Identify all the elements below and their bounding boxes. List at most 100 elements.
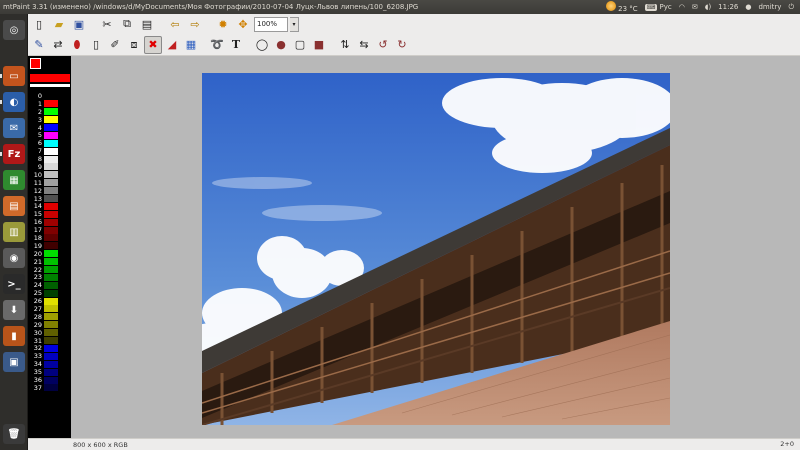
trash-icon[interactable]: 🗑 — [3, 424, 25, 444]
palette-swatch[interactable] — [44, 281, 58, 289]
books-icon[interactable]: ▮ — [3, 326, 25, 346]
palette-swatch[interactable] — [44, 337, 58, 345]
palette-entry[interactable]: 12 — [28, 187, 71, 195]
network-icon[interactable]: ◠ — [679, 3, 685, 11]
palette-entry[interactable]: 29 — [28, 321, 71, 329]
palette-entry[interactable]: 26 — [28, 297, 71, 305]
palette-swatch[interactable] — [44, 131, 58, 139]
palette-entry[interactable]: 30 — [28, 329, 71, 337]
palette-entry[interactable]: 18 — [28, 234, 71, 242]
ubuntu-home-icon[interactable]: ◎ — [3, 20, 25, 40]
redo-icon[interactable]: ⇨ — [186, 15, 204, 33]
palette-swatch[interactable] — [44, 313, 58, 321]
polygon-select-icon[interactable]: ◢ — [163, 36, 181, 54]
rectangle-outline-icon[interactable]: ▢ — [291, 36, 309, 54]
palette-entry[interactable]: 31 — [28, 337, 71, 345]
color-indicator-bar[interactable] — [30, 74, 70, 82]
palette-swatch[interactable] — [44, 92, 58, 100]
undo-icon[interactable]: ⇦ — [166, 15, 184, 33]
straight-line-icon[interactable]: ▯ — [87, 36, 105, 54]
rotate-right-icon[interactable]: ↻ — [393, 36, 411, 54]
palette-entry[interactable]: 13 — [28, 195, 71, 203]
palette-swatch[interactable] — [44, 100, 58, 108]
zoom-brightness-icon[interactable]: ✹ — [214, 15, 232, 33]
keyboard-indicator[interactable]: ⌨ Рус — [644, 3, 672, 11]
select-rectangle-icon[interactable]: ✖ — [144, 35, 162, 54]
cut-icon[interactable]: ✂ — [98, 15, 116, 33]
palette-swatch[interactable] — [44, 258, 58, 266]
palette-swatch[interactable] — [44, 108, 58, 116]
palette-entry[interactable]: 37 — [28, 384, 71, 392]
palette-entry[interactable]: 10 — [28, 171, 71, 179]
palette-entry[interactable]: 17 — [28, 226, 71, 234]
archive-icon[interactable]: ▥ — [3, 222, 25, 242]
firefox-icon[interactable]: ◐ — [3, 92, 25, 112]
palette-swatch[interactable] — [44, 210, 58, 218]
paste-icon[interactable]: ▤ — [138, 15, 156, 33]
palette-entry[interactable]: 36 — [28, 376, 71, 384]
new-file-icon[interactable]: ▯ — [30, 15, 48, 33]
palette-swatch[interactable] — [44, 226, 58, 234]
palette-entry[interactable]: 16 — [28, 218, 71, 226]
paint-brush-icon[interactable]: ✎ — [30, 36, 48, 54]
palette-entry[interactable]: 33 — [28, 352, 71, 360]
gradient-icon[interactable]: ▦ — [182, 36, 200, 54]
palette-entry[interactable]: 24 — [28, 281, 71, 289]
rectangle-filled-icon[interactable]: ■ — [310, 36, 328, 54]
palette-swatch[interactable] — [44, 218, 58, 226]
palette-entry[interactable]: 21 — [28, 258, 71, 266]
palette-entry[interactable]: 4 — [28, 124, 71, 132]
palette-swatch[interactable] — [44, 242, 58, 250]
pattern-indicator-bar[interactable] — [30, 84, 70, 87]
palette-entry[interactable]: 5 — [28, 131, 71, 139]
palette-swatch[interactable] — [44, 289, 58, 297]
palette-entry[interactable]: 15 — [28, 210, 71, 218]
flip-horizontal-icon[interactable]: ⇆ — [355, 36, 373, 54]
terminal-icon[interactable]: >_ — [3, 274, 25, 294]
palette-entry[interactable]: 23 — [28, 273, 71, 281]
open-file-icon[interactable]: ▰ — [50, 15, 68, 33]
palette-swatch[interactable] — [44, 116, 58, 124]
rotate-left-icon[interactable]: ↺ — [374, 36, 392, 54]
palette-entry[interactable]: 20 — [28, 250, 71, 258]
mail-icon[interactable]: ✉ — [692, 3, 698, 11]
palette-entry[interactable]: 27 — [28, 305, 71, 313]
palette-entry[interactable]: 22 — [28, 266, 71, 274]
installer-icon[interactable]: ⬇ — [3, 300, 25, 320]
palette-entry[interactable]: 6 — [28, 139, 71, 147]
software-center-icon[interactable]: ▤ — [3, 196, 25, 216]
spreadsheet-icon[interactable]: ▦ — [3, 170, 25, 190]
palette-swatch[interactable] — [44, 202, 58, 210]
save-file-icon[interactable]: ▣ — [70, 15, 88, 33]
palette-swatch[interactable] — [44, 250, 58, 258]
palette-swatch[interactable] — [44, 344, 58, 352]
power-icon[interactable]: ⏻ — [788, 3, 794, 12]
copy-icon[interactable]: ⧉ — [118, 15, 136, 33]
flood-fill-icon[interactable]: ⬮ — [68, 36, 86, 54]
canvas-area[interactable] — [71, 56, 800, 438]
zoom-input[interactable]: 100% — [254, 16, 288, 32]
palette-entry[interactable]: 14 — [28, 202, 71, 210]
palette-swatch[interactable] — [44, 321, 58, 329]
palette-entry[interactable]: 25 — [28, 289, 71, 297]
palette-swatch[interactable] — [44, 329, 58, 337]
palette-entry[interactable]: 7 — [28, 147, 71, 155]
palette-entry[interactable]: 32 — [28, 344, 71, 352]
palette-entry[interactable]: 3 — [28, 116, 71, 124]
palette-swatch[interactable] — [44, 187, 58, 195]
fortress-wall-photo[interactable] — [202, 73, 670, 425]
palette-swatch[interactable] — [44, 171, 58, 179]
zoom-dropdown-icon[interactable]: ▾ — [290, 16, 299, 32]
volume-icon[interactable]: ◖) — [705, 3, 711, 11]
palette-swatch[interactable] — [44, 305, 58, 313]
secondary-color-swatch[interactable] — [43, 58, 69, 69]
ellipse-outline-icon[interactable]: ◯ — [253, 36, 271, 54]
palette-swatch[interactable] — [44, 360, 58, 368]
palette-entry[interactable]: 1 — [28, 100, 71, 108]
workspaces-icon[interactable]: ▣ — [3, 352, 25, 372]
weather-indicator[interactable]: 23 °C — [605, 1, 638, 13]
text-tool-icon[interactable]: T — [227, 36, 245, 54]
lasso-icon[interactable]: ➰ — [208, 36, 226, 54]
palette-entry[interactable]: 11 — [28, 179, 71, 187]
clone-icon[interactable]: ⧈ — [125, 36, 143, 54]
